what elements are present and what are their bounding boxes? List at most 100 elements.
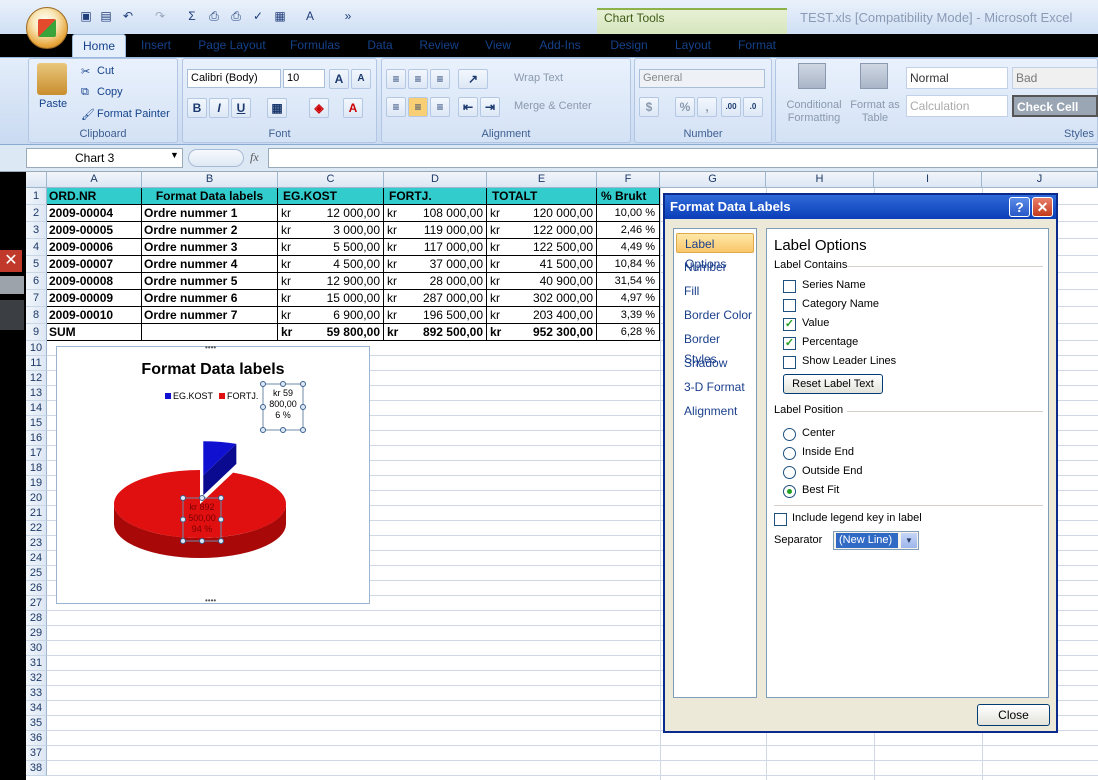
- label-resize-handle[interactable]: [280, 427, 286, 433]
- row-header[interactable]: 15: [26, 416, 47, 431]
- cell-sum-fortj[interactable]: kr 892 500,00: [384, 324, 487, 341]
- row-header[interactable]: 6: [26, 273, 47, 290]
- cell-pct[interactable]: 4,97 %: [597, 290, 660, 307]
- cell-sum-empty[interactable]: [142, 324, 278, 341]
- label-resize-handle[interactable]: [218, 495, 224, 501]
- cut-button[interactable]: Cut: [97, 65, 114, 77]
- col-header-f[interactable]: F: [597, 172, 660, 188]
- label-resize-handle[interactable]: [300, 381, 306, 387]
- decrease-indent-icon[interactable]: ⇤: [458, 97, 478, 117]
- data-label-eg-kost[interactable]: kr 59800,006 %: [260, 381, 306, 433]
- tab-home[interactable]: Home: [72, 34, 126, 57]
- cell-eg-kost[interactable]: kr 4 500,00: [278, 256, 384, 273]
- format-painter-button[interactable]: Format Painter: [97, 108, 170, 120]
- row-header[interactable]: 13: [26, 386, 47, 401]
- cell-fortj[interactable]: kr 196 500,00: [384, 307, 487, 324]
- row-header[interactable]: 2: [26, 205, 47, 222]
- cell-pct[interactable]: 10,84 %: [597, 256, 660, 273]
- tab-review[interactable]: Review: [412, 34, 466, 57]
- inside-end-radio[interactable]: [783, 447, 796, 460]
- cell-order-name[interactable]: Ordre nummer 1: [142, 205, 278, 222]
- cell-eg-kost[interactable]: kr 12 900,00: [278, 273, 384, 290]
- row-header[interactable]: 10: [26, 341, 47, 356]
- name-box[interactable]: Chart 3: [26, 148, 183, 168]
- cell-totalt[interactable]: kr 120 000,00: [487, 205, 597, 222]
- center-radio[interactable]: [783, 428, 796, 441]
- print-preview-icon[interactable]: ⎙: [206, 8, 222, 24]
- row-header[interactable]: 5: [26, 256, 47, 273]
- header-fortj[interactable]: FORTJ.: [384, 188, 487, 205]
- row-header[interactable]: 12: [26, 371, 47, 386]
- cell-eg-kost[interactable]: kr 3 000,00: [278, 222, 384, 239]
- row-header[interactable]: 3: [26, 222, 47, 239]
- cell-ord-nr[interactable]: 2009-00005: [47, 222, 142, 239]
- align-right-icon[interactable]: ≡: [430, 97, 450, 117]
- row-header[interactable]: 11: [26, 356, 47, 371]
- save-as-icon[interactable]: ▤: [98, 8, 114, 24]
- label-resize-handle[interactable]: [199, 495, 205, 501]
- increase-indent-icon[interactable]: ⇥: [480, 97, 500, 117]
- tab-view[interactable]: View: [478, 34, 518, 57]
- row-header[interactable]: 8: [26, 307, 47, 324]
- nav-label-options[interactable]: Label Options: [676, 233, 754, 271]
- row-header[interactable]: 14: [26, 401, 47, 416]
- decrease-decimal-icon[interactable]: .0: [743, 97, 763, 117]
- cell-pct[interactable]: 2,46 %: [597, 222, 660, 239]
- row-header[interactable]: 20: [26, 491, 47, 506]
- cell-totalt[interactable]: kr 122 000,00: [487, 222, 597, 239]
- cell-order-name[interactable]: Ordre nummer 5: [142, 273, 278, 290]
- style-normal[interactable]: Normal: [906, 67, 1008, 89]
- row-header[interactable]: 19: [26, 476, 47, 491]
- nav-border-styles[interactable]: Border Styles: [676, 329, 754, 366]
- cell-fortj[interactable]: kr 117 000,00: [384, 239, 487, 256]
- cell-fortj[interactable]: kr 287 000,00: [384, 290, 487, 307]
- cell-ord-nr[interactable]: 2009-00007: [47, 256, 142, 273]
- label-resize-handle[interactable]: [180, 516, 186, 523]
- style-calculation[interactable]: Calculation: [906, 95, 1008, 117]
- conditional-formatting-button[interactable]: Conditional Formatting: [782, 99, 846, 125]
- comma-button[interactable]: ,: [697, 97, 717, 117]
- label-resize-handle[interactable]: [260, 427, 266, 433]
- label-resize-handle[interactable]: [199, 538, 205, 544]
- header-ord-nr[interactable]: ORD.NR: [47, 188, 142, 205]
- nav-3d-format[interactable]: 3-D Format: [676, 377, 754, 397]
- cell-ord-nr[interactable]: 2009-00009: [47, 290, 142, 307]
- row-header[interactable]: 38: [26, 761, 47, 776]
- align-middle-icon[interactable]: ≡: [408, 69, 428, 89]
- legend-key-checkbox[interactable]: [774, 513, 787, 526]
- orientation-icon[interactable]: ↗: [458, 69, 488, 89]
- increase-decimal-icon[interactable]: .00: [721, 97, 741, 117]
- align-left-icon[interactable]: ≡: [386, 97, 406, 117]
- row-header[interactable]: 34: [26, 701, 47, 716]
- tab-add-ins[interactable]: Add-Ins: [530, 34, 590, 57]
- outside-end-radio[interactable]: [783, 466, 796, 479]
- textbox-icon[interactable]: A: [302, 8, 318, 24]
- row-header[interactable]: 7: [26, 290, 47, 307]
- row-header[interactable]: 4: [26, 239, 47, 256]
- cell-eg-kost[interactable]: kr 6 900,00: [278, 307, 384, 324]
- cell-ord-nr[interactable]: 2009-00008: [47, 273, 142, 290]
- select-all-corner[interactable]: [26, 172, 47, 188]
- chart-legend[interactable]: EG.KOST FORTJ.: [165, 391, 258, 401]
- row-header[interactable]: 27: [26, 596, 47, 611]
- office-button[interactable]: [26, 7, 68, 49]
- row-header[interactable]: 24: [26, 551, 47, 566]
- print-icon[interactable]: ⎙: [228, 8, 244, 24]
- cell-ord-nr[interactable]: 2009-00004: [47, 205, 142, 222]
- cell-order-name[interactable]: Ordre nummer 6: [142, 290, 278, 307]
- insert-function-button[interactable]: fx: [250, 150, 259, 165]
- cell-order-name[interactable]: Ordre nummer 7: [142, 307, 278, 324]
- cell-fortj[interactable]: kr 119 000,00: [384, 222, 487, 239]
- grow-font-icon[interactable]: A: [329, 69, 349, 89]
- chart-title[interactable]: Format Data labels: [141, 361, 284, 378]
- row-header[interactable]: 37: [26, 746, 47, 761]
- best-fit-radio[interactable]: [783, 485, 796, 498]
- tab-page-layout[interactable]: Page Layout: [192, 34, 272, 57]
- flag-icon[interactable]: ▦: [272, 8, 288, 24]
- header-totalt[interactable]: TOTALT: [487, 188, 597, 205]
- row-header[interactable]: 1: [26, 188, 47, 205]
- label-resize-handle[interactable]: [300, 404, 306, 410]
- nav-alignment[interactable]: Alignment: [676, 401, 754, 421]
- undo-icon[interactable]: ↶: [120, 8, 136, 24]
- nav-shadow[interactable]: Shadow: [676, 353, 754, 373]
